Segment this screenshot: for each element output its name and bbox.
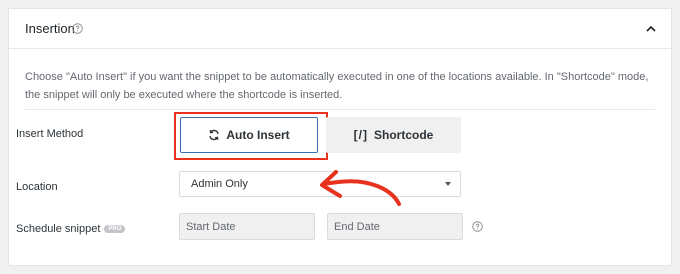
shortcode-icon: [/] [353, 128, 368, 142]
help-circle-icon[interactable] [72, 23, 83, 34]
divider [25, 109, 655, 110]
start-date-input[interactable] [179, 213, 315, 240]
location-select-value: Admin Only [191, 178, 248, 190]
help-circle-icon[interactable] [472, 221, 483, 232]
shortcode-label: Shortcode [373, 128, 434, 142]
auto-insert-label: Auto Insert [226, 128, 290, 142]
auto-insert-button[interactable]: Auto Insert [180, 117, 318, 153]
panel-header[interactable]: Insertion [9, 9, 671, 49]
schedule-label-text: Schedule snippet [16, 223, 101, 235]
shortcode-button[interactable]: [/] Shortcode [326, 117, 461, 153]
location-label: Location [16, 181, 58, 193]
insert-method-label: Insert Method [16, 128, 84, 140]
location-select[interactable]: Admin Only [179, 171, 461, 197]
section-description: Choose "Auto Insert" if you want the sni… [25, 71, 649, 101]
schedule-snippet-label: Schedule snippet PRO [16, 223, 126, 235]
refresh-icon [209, 129, 219, 141]
pro-badge: PRO [104, 225, 126, 233]
caret-down-icon [445, 182, 451, 186]
chevron-up-icon[interactable] [645, 24, 657, 34]
section-title: Insertion [25, 21, 75, 36]
end-date-input[interactable] [327, 213, 463, 240]
